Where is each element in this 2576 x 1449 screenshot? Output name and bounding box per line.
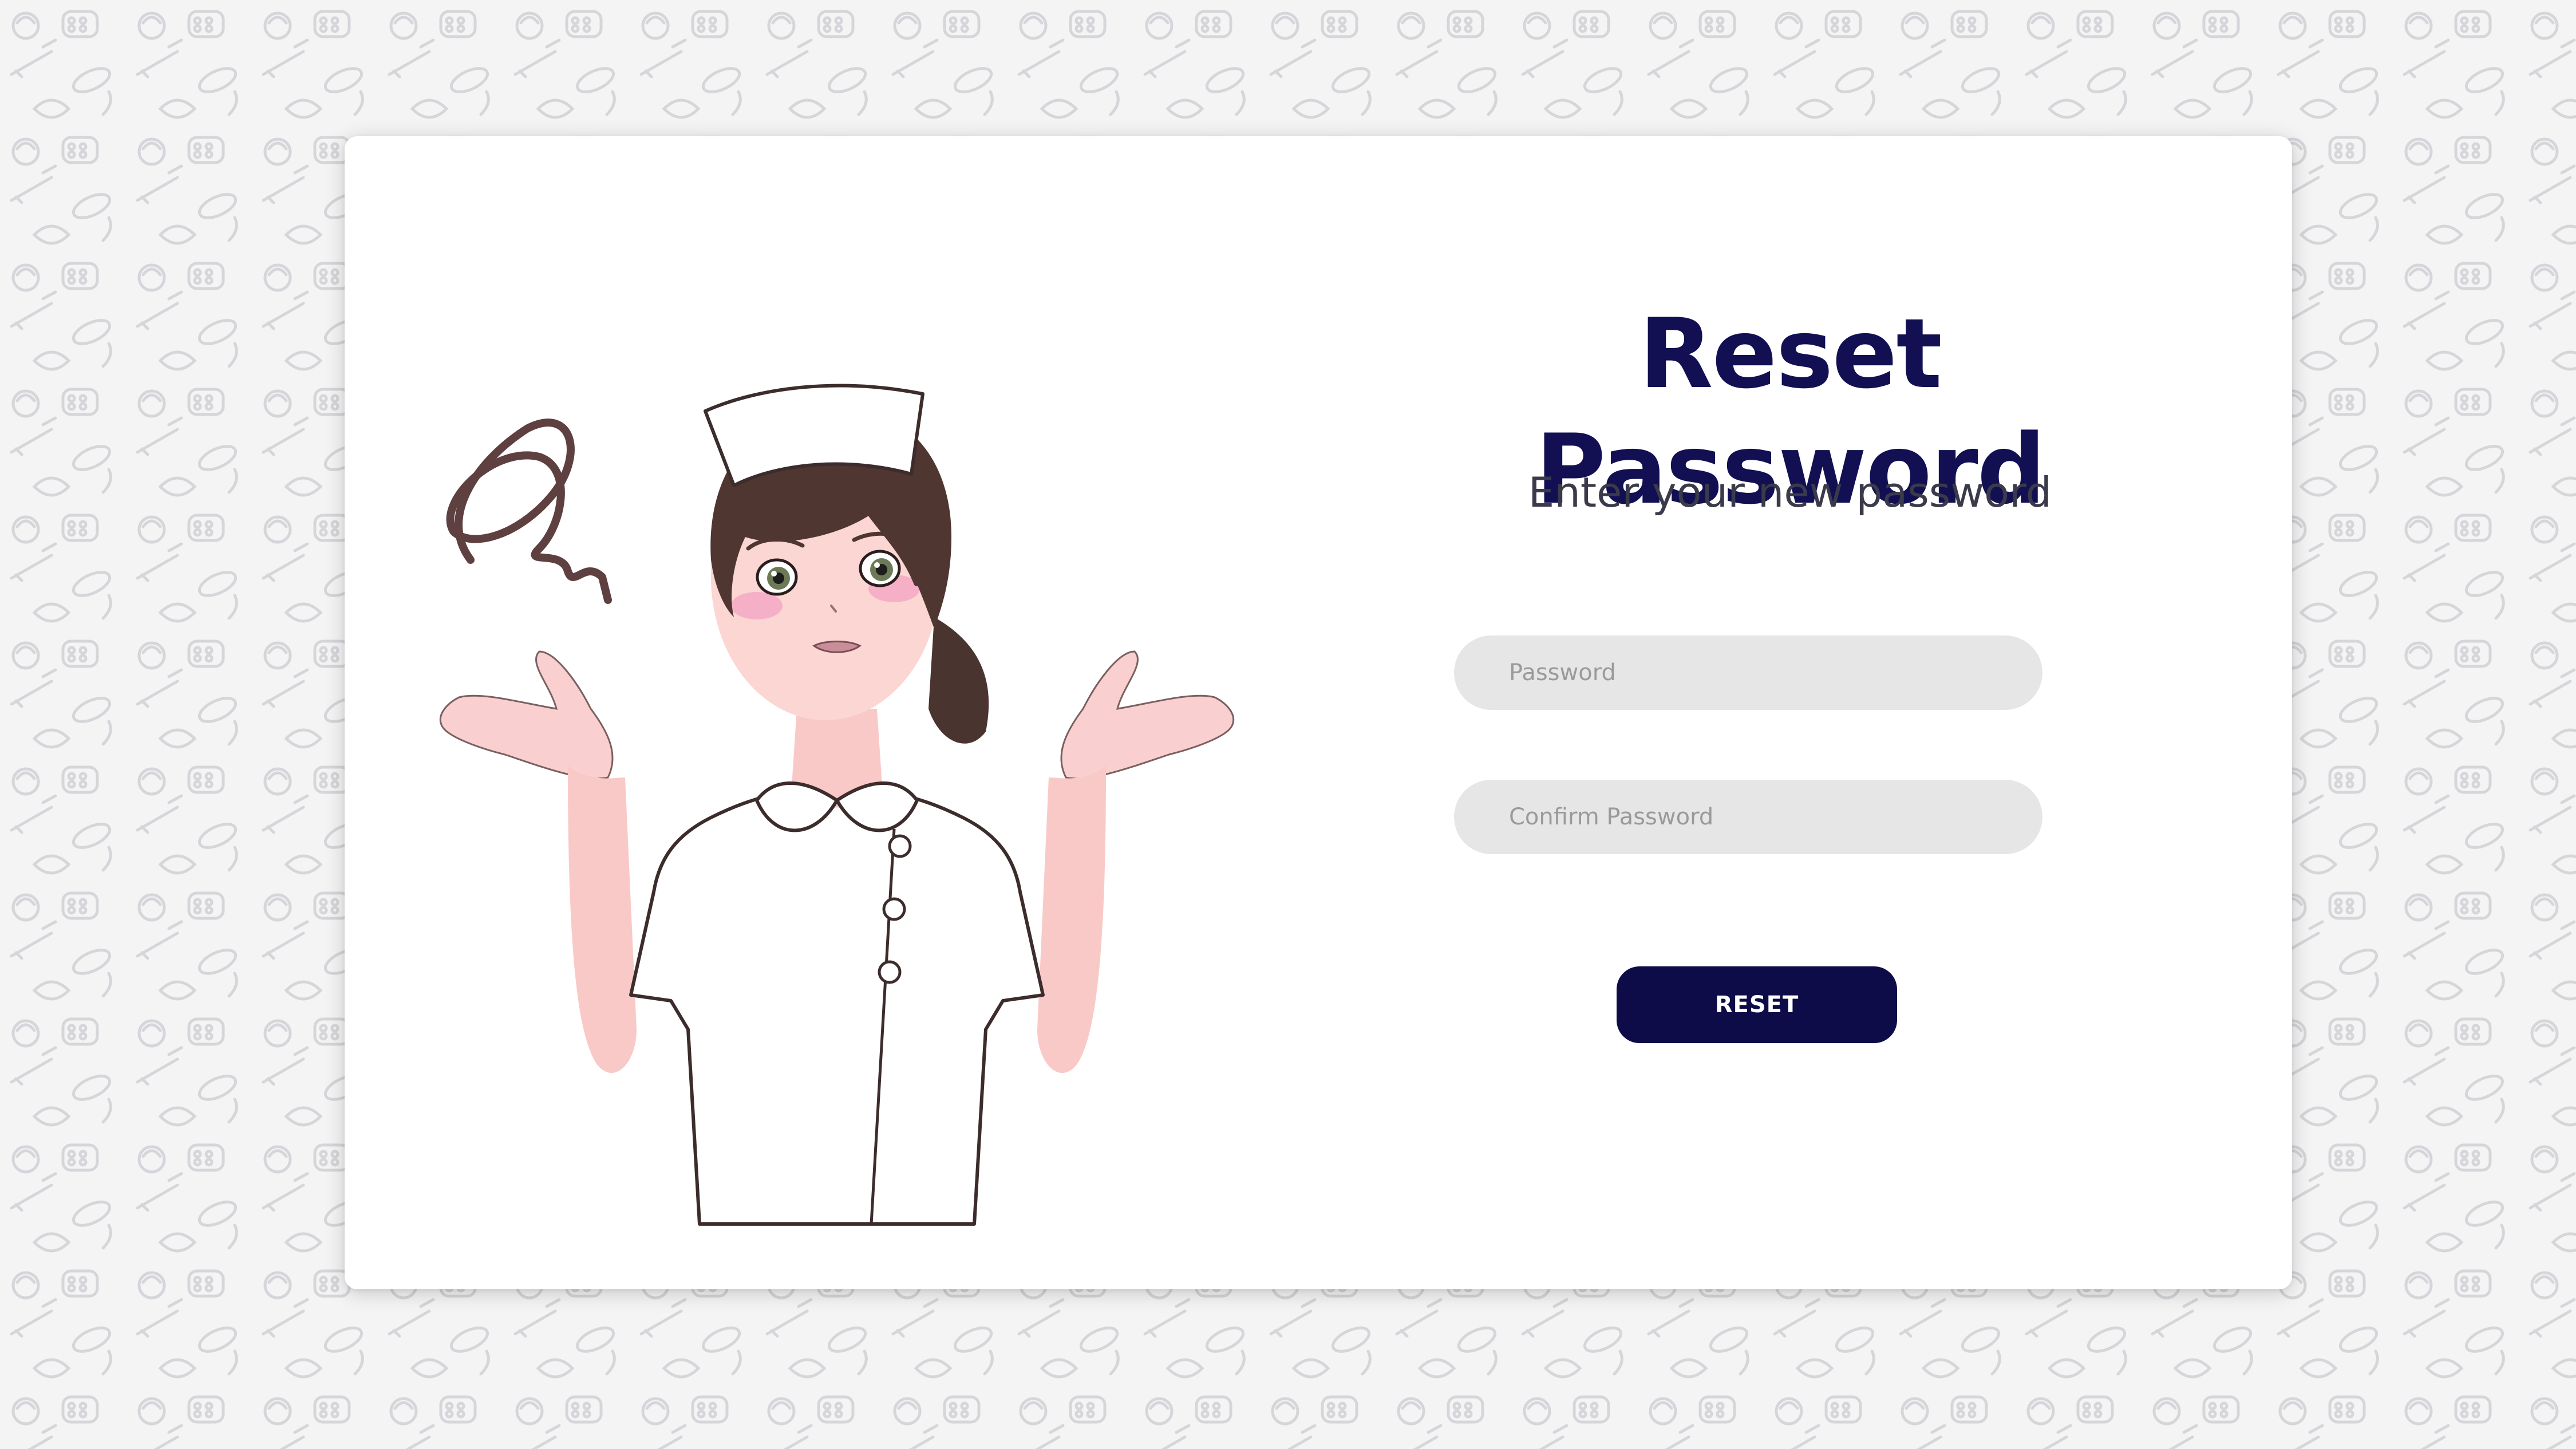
password-input[interactable] — [1454, 635, 2042, 710]
subtitle: Enter your new password — [1528, 468, 2052, 516]
confused-nurse-illustration — [439, 384, 1235, 1226]
confirm-password-input[interactable] — [1454, 780, 2042, 854]
reset-password-card: Reset Password Enter your new password R… — [345, 136, 2292, 1289]
reset-form: Reset Password Enter your new password R… — [1375, 136, 2205, 1289]
page: Reset Password Enter your new password R… — [0, 0, 2576, 1449]
reset-button[interactable]: RESET — [1617, 966, 1897, 1043]
confusion-scribble-icon — [446, 418, 612, 604]
